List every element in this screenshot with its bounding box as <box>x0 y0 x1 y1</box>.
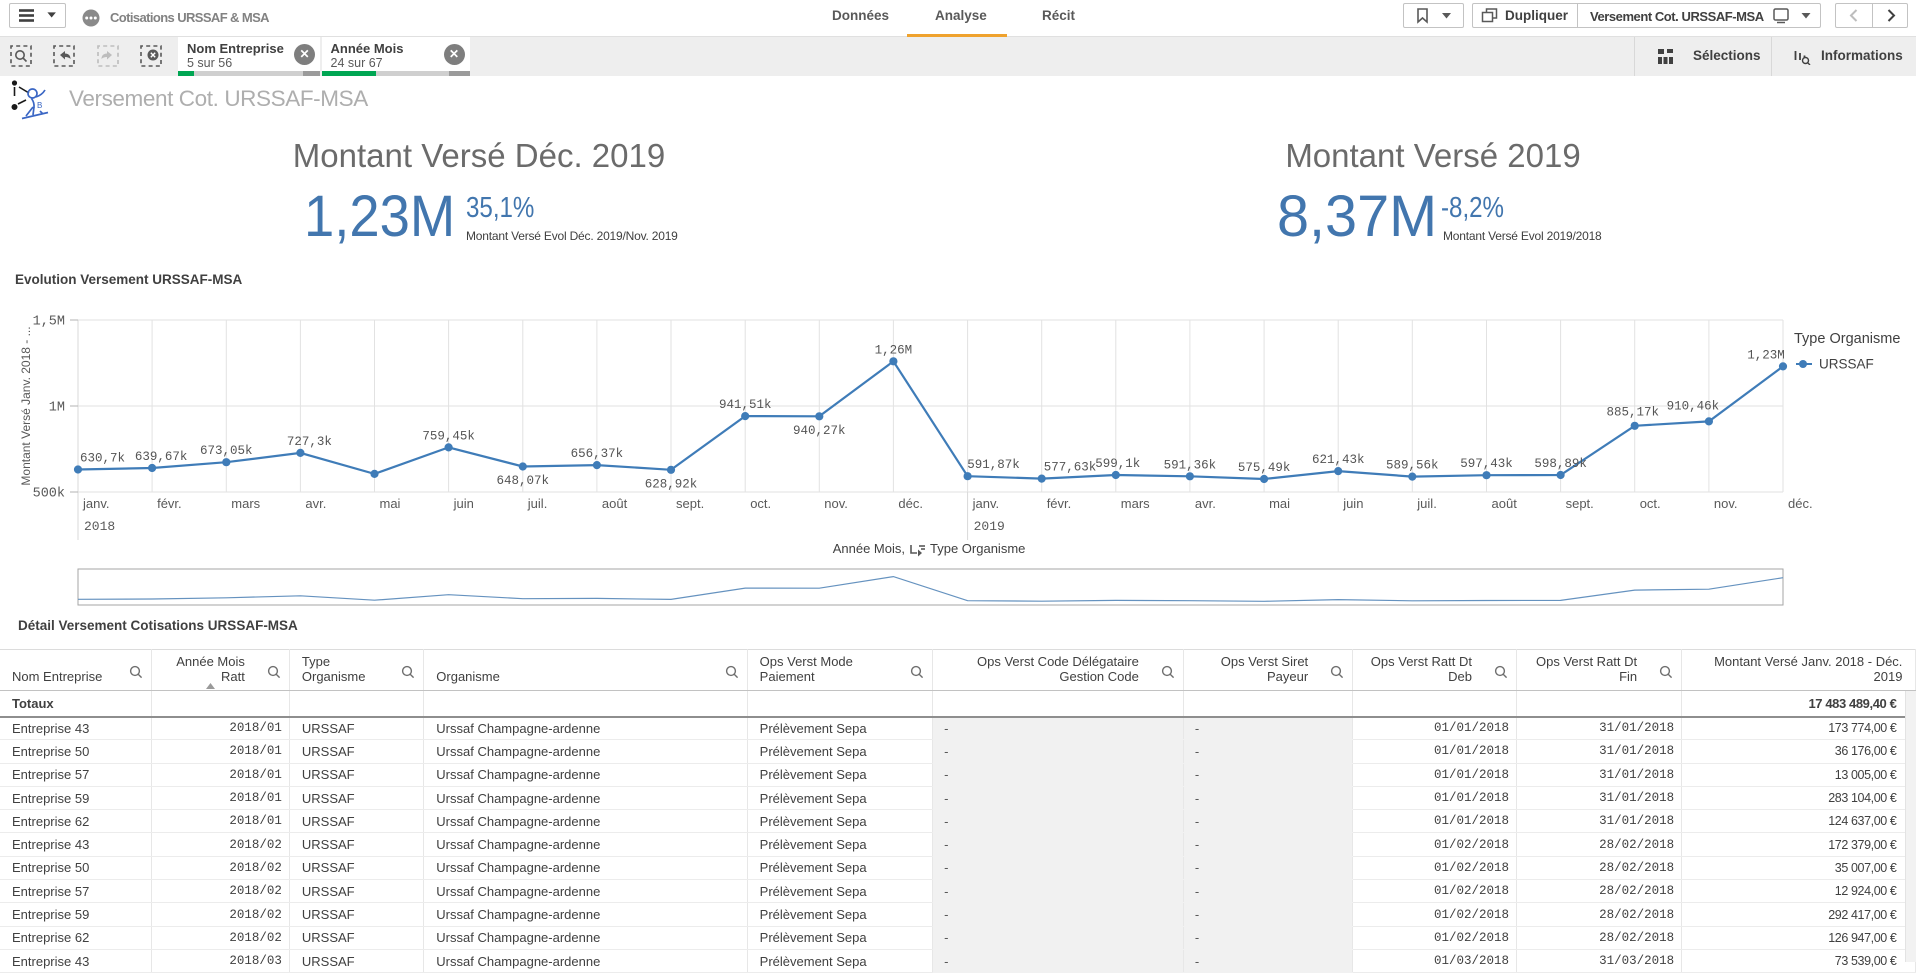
svg-text:juin: juin <box>1342 496 1363 511</box>
svg-text:2018: 2018 <box>84 519 115 534</box>
svg-text:910,46k: 910,46k <box>1667 399 1720 413</box>
svg-text:juil.: juil. <box>1416 496 1437 511</box>
svg-text:941,51k: 941,51k <box>719 398 772 412</box>
svg-text:B: B <box>37 101 42 110</box>
svg-text:940,27k: 940,27k <box>793 424 846 438</box>
svg-text:mai: mai <box>1269 496 1290 511</box>
svg-text:mars: mars <box>231 496 260 511</box>
svg-text:628,92k: 628,92k <box>645 477 698 491</box>
svg-text:630,7k: 630,7k <box>80 452 125 466</box>
svg-text:janv.: janv. <box>82 496 110 511</box>
svg-text:727,3k: 727,3k <box>287 435 332 449</box>
svg-text:avr.: avr. <box>1195 496 1216 511</box>
svg-text:mai: mai <box>380 496 401 511</box>
svg-text:575,49k: 575,49k <box>1238 461 1291 475</box>
svg-text:juil.: juil. <box>527 496 548 511</box>
svg-text:589,56k: 589,56k <box>1386 459 1439 473</box>
svg-text:Année Mois,: Année Mois, <box>833 541 905 556</box>
svg-text:URSSAF: URSSAF <box>1819 357 1874 372</box>
svg-text:janv.: janv. <box>972 496 1000 511</box>
svg-text:591,87k: 591,87k <box>967 458 1020 472</box>
svg-text:févr.: févr. <box>157 496 182 511</box>
svg-text:885,17k: 885,17k <box>1606 405 1659 419</box>
svg-text:avr.: avr. <box>305 496 326 511</box>
svg-text:597,43k: 597,43k <box>1460 457 1513 471</box>
svg-text:1,26M: 1,26M <box>875 343 913 357</box>
svg-text:1M: 1M <box>49 401 65 416</box>
svg-text:août: août <box>602 496 628 511</box>
svg-text:août: août <box>1492 496 1518 511</box>
svg-text:621,43k: 621,43k <box>1312 453 1365 467</box>
svg-text:2019: 2019 <box>974 519 1005 534</box>
svg-text:sept.: sept. <box>1566 496 1594 511</box>
svg-text:nov.: nov. <box>824 496 848 511</box>
svg-text:déc.: déc. <box>1788 496 1813 511</box>
svg-text:759,45k: 759,45k <box>422 429 475 443</box>
svg-text:500k: 500k <box>33 487 65 502</box>
svg-text:599,1k: 599,1k <box>1095 457 1140 471</box>
svg-text:nov.: nov. <box>1714 496 1738 511</box>
svg-text:sept.: sept. <box>676 496 704 511</box>
svg-text:févr.: févr. <box>1047 496 1072 511</box>
svg-text:591,36k: 591,36k <box>1164 458 1217 472</box>
svg-text:577,63k: 577,63k <box>1044 461 1097 475</box>
svg-text:648,07k: 648,07k <box>497 474 550 488</box>
svg-text:673,05k: 673,05k <box>200 444 253 458</box>
svg-text:oct.: oct. <box>1640 496 1661 511</box>
svg-text:Type Organisme: Type Organisme <box>930 541 1025 556</box>
svg-text:1,5M: 1,5M <box>33 315 65 330</box>
svg-text:déc.: déc. <box>898 496 923 511</box>
svg-text:Type Organisme: Type Organisme <box>1794 331 1900 347</box>
svg-text:oct.: oct. <box>750 496 771 511</box>
svg-text:639,67k: 639,67k <box>135 450 188 464</box>
svg-text:598,89k: 598,89k <box>1534 457 1587 471</box>
svg-text:1,23M: 1,23M <box>1747 348 1785 362</box>
svg-text:mars: mars <box>1121 496 1150 511</box>
svg-text:656,37k: 656,37k <box>571 447 624 461</box>
svg-text:Montant Versé Janv. 2018 - ...: Montant Versé Janv. 2018 - ... <box>19 326 33 485</box>
svg-text:juin: juin <box>453 496 474 511</box>
